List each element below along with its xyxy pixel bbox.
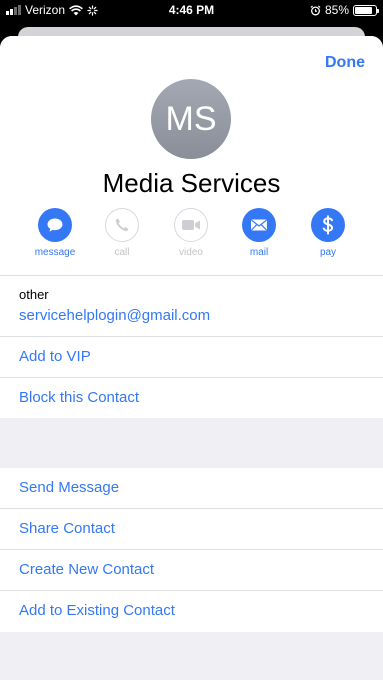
contact-sheet: Done MS Media Services message call vide… [0,36,383,680]
email-value-link[interactable]: servicehelplogin@gmail.com [19,307,383,324]
video-action-label: video [179,247,203,258]
battery-percent: 85% [324,3,349,17]
message-bubble-icon [47,218,63,232]
contact-name: Media Services [102,168,281,198]
pay-action-label: pay [319,247,337,258]
add-to-existing-contact-button[interactable]: Add to Existing Contact [0,591,383,632]
quick-actions: message call video mail pay [0,208,383,264]
call-action-button[interactable]: call [92,208,152,258]
phone-icon [115,218,129,232]
video-camera-icon [182,220,200,230]
email-field[interactable]: other servicehelplogin@gmail.com [0,276,383,337]
video-action-button[interactable]: video [161,208,221,258]
contact-header: Done MS Media Services message call vide… [0,36,383,276]
battery-level [355,6,372,14]
contact-actions-group: Send Message Share Contact Create New Co… [0,468,383,632]
share-contact-button[interactable]: Share Contact [0,509,383,550]
contact-details-group: other servicehelplogin@gmail.com Add to … [0,276,383,418]
battery-icon [353,4,379,16]
mail-action-label: mail [249,247,269,258]
send-message-button[interactable]: Send Message [0,468,383,509]
done-button[interactable]: Done [325,54,365,72]
alarm-clock-icon [310,4,321,15]
status-right: 85% [310,3,379,17]
dollar-icon [322,215,334,235]
email-label: other [19,287,49,302]
add-to-vip-button[interactable]: Add to VIP [0,337,383,378]
message-action-button[interactable]: message [25,208,85,258]
envelope-icon [251,219,267,231]
block-contact-button[interactable]: Block this Contact [0,378,383,419]
status-bar: Verizon 4:46 PM 85% [0,0,383,22]
create-new-contact-button[interactable]: Create New Contact [0,550,383,591]
avatar: MS [151,79,231,159]
mail-action-button[interactable]: mail [229,208,289,258]
call-action-label: call [114,247,130,258]
pay-action-button[interactable]: pay [298,208,358,258]
message-action-label: message [34,247,76,258]
